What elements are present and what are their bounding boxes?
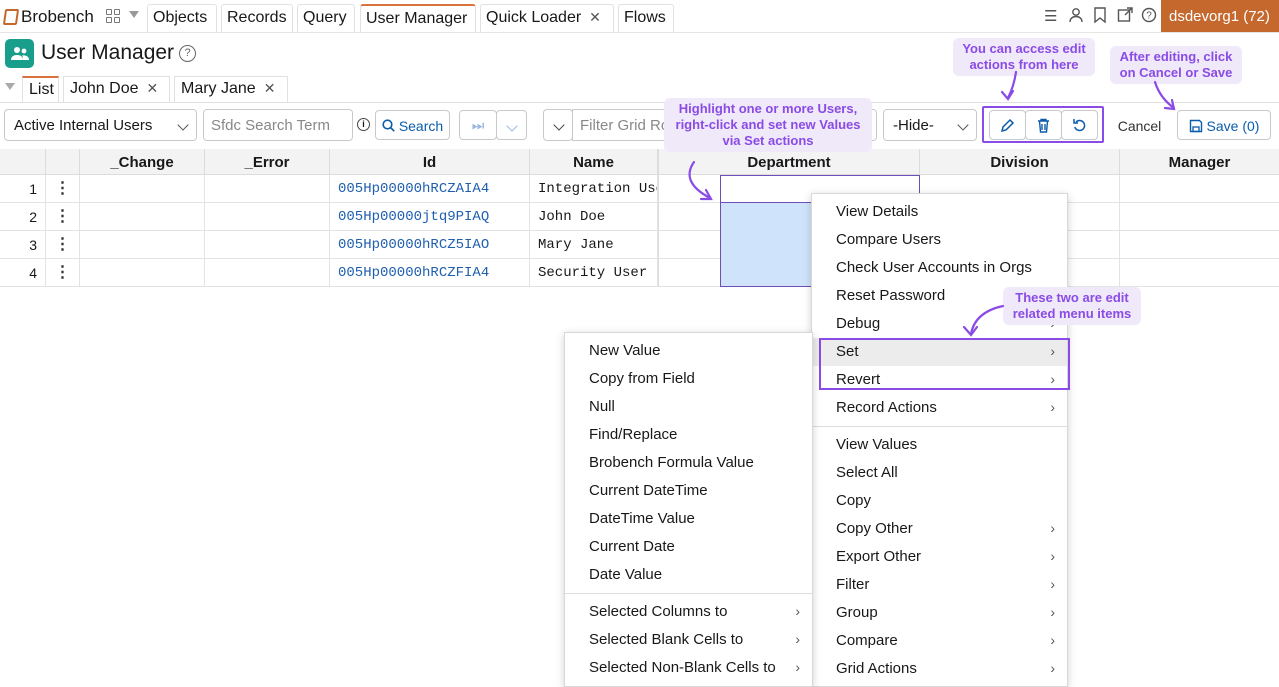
annotation-arrows	[688, 70, 1176, 337]
